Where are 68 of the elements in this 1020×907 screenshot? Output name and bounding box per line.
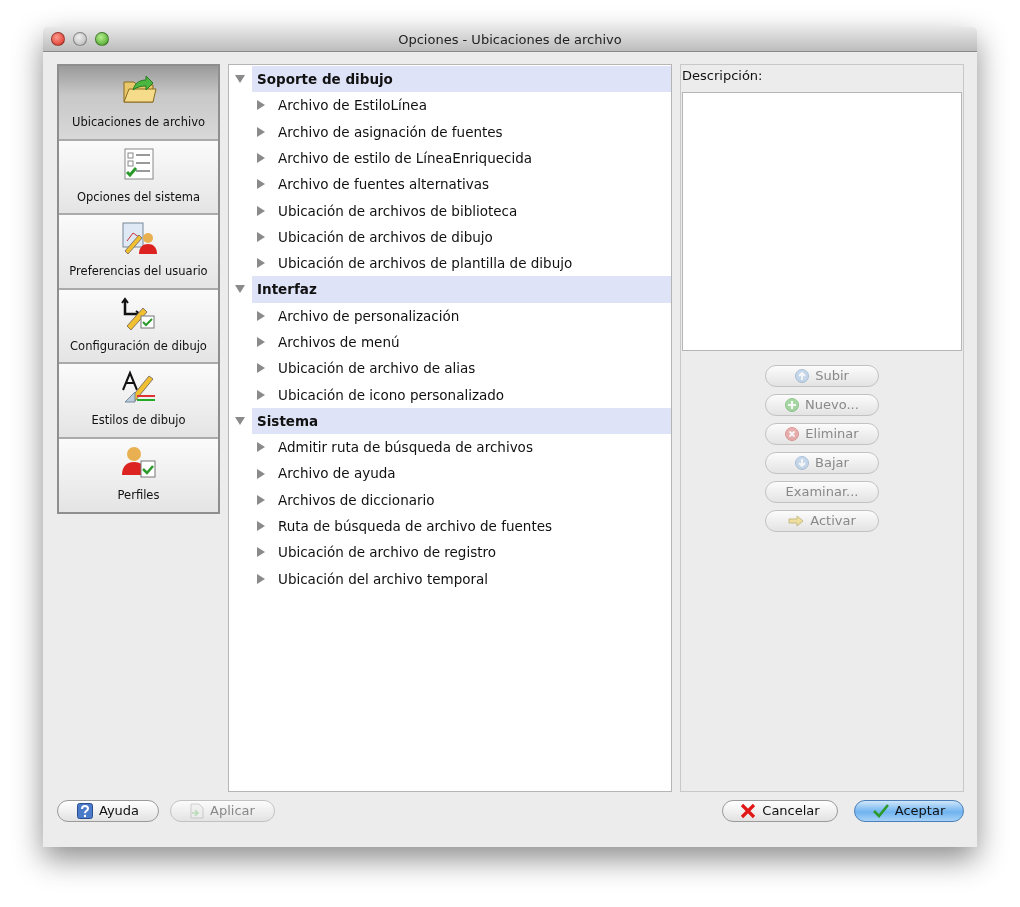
tree-item[interactable]: Admitir ruta de búsqueda de archivos xyxy=(278,437,533,458)
checklist-icon xyxy=(121,146,156,181)
collapsed-triangle-icon[interactable] xyxy=(256,126,266,137)
minimize-icon[interactable] xyxy=(73,32,87,46)
collapsed-triangle-icon[interactable] xyxy=(256,100,266,111)
description-field[interactable] xyxy=(682,91,962,351)
zoom-icon[interactable] xyxy=(95,32,109,46)
cancel-button[interactable]: Cancelar xyxy=(722,800,838,822)
up-arrow-icon xyxy=(795,368,810,383)
close-icon[interactable] xyxy=(51,32,65,46)
tree-item[interactable]: Ubicación de archivos de biblioteca xyxy=(278,200,518,221)
collapsed-triangle-icon[interactable] xyxy=(256,310,266,321)
tree-item[interactable]: Ubicación de archivo de registro xyxy=(278,542,497,563)
sidebar-item[interactable]: Opciones del sistema xyxy=(59,140,218,214)
collapsed-triangle-icon[interactable] xyxy=(256,494,266,505)
tree-group-header[interactable]: Soporte de dibujo xyxy=(252,66,671,93)
remove-icon xyxy=(785,426,800,441)
help-button[interactable]: Ayuda xyxy=(57,800,159,822)
tree-item[interactable]: Archivo de asignación de fuentes xyxy=(278,121,503,142)
help-icon xyxy=(76,803,93,819)
collapsed-triangle-icon[interactable] xyxy=(256,231,266,242)
collapsed-triangle-icon[interactable] xyxy=(256,258,266,269)
close-icon xyxy=(740,803,757,819)
tree-item[interactable]: Ubicación de archivos de plantilla de dibujo xyxy=(278,253,573,274)
sidebar-item[interactable]: Configuración de dibujo xyxy=(59,289,218,363)
tree-item[interactable]: Ubicación del archivo temporal xyxy=(278,568,489,589)
tree-item[interactable]: Archivo de EstiloLínea xyxy=(278,95,427,116)
tree-item[interactable]: Archivo de personalización xyxy=(278,305,460,326)
tree-item[interactable]: Archivo de ayuda xyxy=(278,463,396,484)
collapsed-triangle-icon[interactable] xyxy=(256,573,266,584)
expanded-triangle-icon[interactable] xyxy=(235,284,245,295)
collapsed-triangle-icon[interactable] xyxy=(256,153,266,164)
plus-icon xyxy=(785,397,800,412)
expanded-triangle-icon[interactable] xyxy=(235,415,245,426)
collapsed-triangle-icon[interactable] xyxy=(256,442,266,453)
tree-item[interactable]: Ubicación de archivos de dibujo xyxy=(278,226,493,248)
collapsed-triangle-icon[interactable] xyxy=(256,547,266,558)
text-style-icon xyxy=(120,370,157,405)
sidebar-item[interactable]: Preferencias del usuario xyxy=(59,215,218,288)
user-drawing-icon xyxy=(120,221,157,256)
expanded-triangle-icon[interactable] xyxy=(235,74,245,84)
collapsed-triangle-icon[interactable] xyxy=(256,521,266,532)
ok-button[interactable]: Aceptar xyxy=(854,800,964,822)
tree-group-header[interactable]: Interfaz xyxy=(252,276,671,303)
user-checklist-icon xyxy=(120,444,157,479)
collapsed-triangle-icon[interactable] xyxy=(256,468,266,479)
sidebar-item[interactable]: Perfiles xyxy=(59,438,218,512)
checkmark-icon xyxy=(872,804,889,818)
document-icon xyxy=(190,803,205,819)
collapsed-triangle-icon[interactable] xyxy=(256,389,266,400)
tree-item[interactable]: Ubicación de archivo de alias xyxy=(278,358,476,379)
tree-group-header[interactable]: Sistema xyxy=(252,407,671,435)
description-label: Descripción: xyxy=(682,67,763,85)
sidebar-item[interactable]: Estilos de dibujo xyxy=(59,364,218,437)
tree-item[interactable]: Archivo de estilo de LíneaEnriquecida xyxy=(278,147,532,169)
tree-item[interactable]: Ubicación de icono personalizado xyxy=(278,384,505,405)
collapsed-triangle-icon[interactable] xyxy=(256,337,266,348)
drawing-settings-icon xyxy=(120,295,157,330)
tree-item[interactable]: Ruta de búsqueda de archivo de fuentes xyxy=(278,516,552,537)
collapsed-triangle-icon[interactable] xyxy=(256,205,266,216)
tree-item[interactable]: Archivos de menú xyxy=(278,332,400,353)
tree-item[interactable]: Archivos de diccionario xyxy=(278,489,435,510)
right-arrow-icon xyxy=(788,514,805,527)
window-title: Opciones - Ubicaciones de archivo xyxy=(398,32,622,47)
collapsed-triangle-icon[interactable] xyxy=(256,179,266,190)
sidebar-item[interactable]: Ubicaciones de archivo xyxy=(59,66,218,139)
collapsed-triangle-icon[interactable] xyxy=(256,363,266,374)
tree-item[interactable]: Archivo de fuentes alternativas xyxy=(278,174,490,195)
